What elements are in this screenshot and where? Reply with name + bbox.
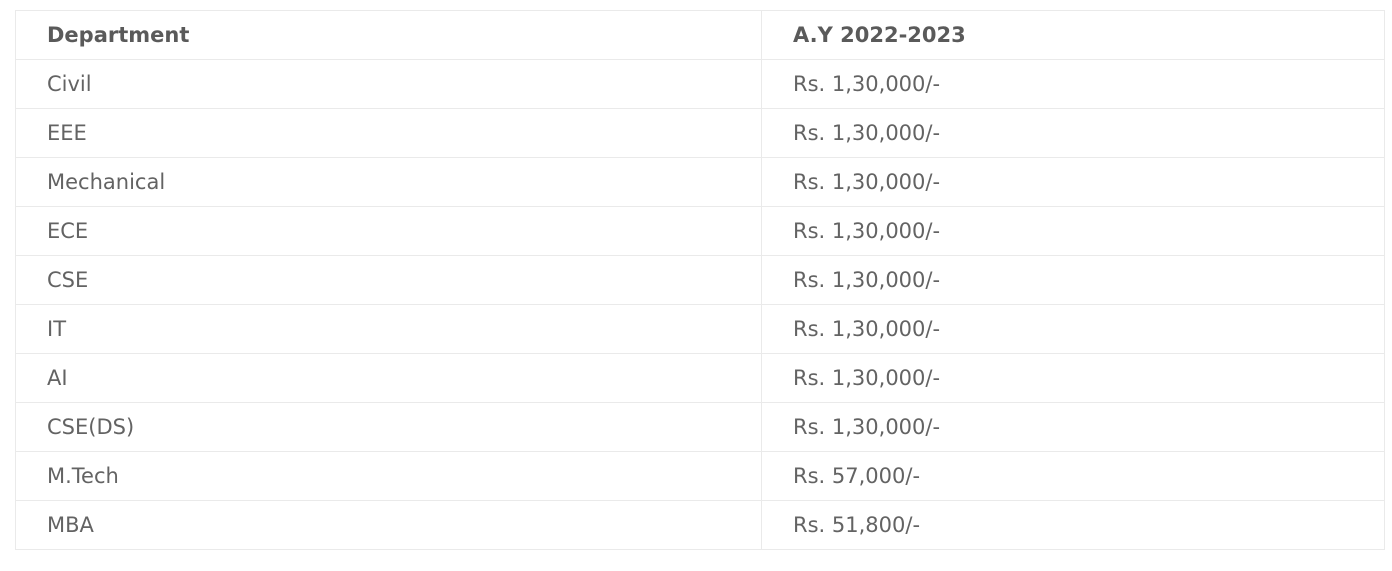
table-header-row: Department A.Y 2022-2023 <box>15 10 1385 60</box>
department-cell: IT <box>15 304 762 354</box>
table-row: MBA Rs. 51,800/- <box>15 500 1385 550</box>
fee-table-container: Department A.Y 2022-2023 Civil Rs. 1,30,… <box>15 10 1385 550</box>
fee-cell: Rs. 1,30,000/- <box>761 402 1385 452</box>
fee-cell: Rs. 1,30,000/- <box>761 304 1385 354</box>
table-row: CSE(DS) Rs. 1,30,000/- <box>15 402 1385 452</box>
fee-cell: Rs. 57,000/- <box>761 451 1385 501</box>
table-row: AI Rs. 1,30,000/- <box>15 353 1385 403</box>
department-cell: CSE(DS) <box>15 402 762 452</box>
table-row: ECE Rs. 1,30,000/- <box>15 206 1385 256</box>
department-cell: AI <box>15 353 762 403</box>
fee-cell: Rs. 51,800/- <box>761 500 1385 550</box>
department-cell: MBA <box>15 500 762 550</box>
table-row: Mechanical Rs. 1,30,000/- <box>15 157 1385 207</box>
table-row: EEE Rs. 1,30,000/- <box>15 108 1385 158</box>
fee-cell: Rs. 1,30,000/- <box>761 353 1385 403</box>
table-row: CSE Rs. 1,30,000/- <box>15 255 1385 305</box>
department-cell: ECE <box>15 206 762 256</box>
table-row: Civil Rs. 1,30,000/- <box>15 59 1385 109</box>
table-row: IT Rs. 1,30,000/- <box>15 304 1385 354</box>
department-cell: M.Tech <box>15 451 762 501</box>
department-cell: Mechanical <box>15 157 762 207</box>
department-cell: EEE <box>15 108 762 158</box>
header-department: Department <box>15 10 762 60</box>
header-academic-year: A.Y 2022-2023 <box>761 10 1385 60</box>
fee-structure-table: Department A.Y 2022-2023 Civil Rs. 1,30,… <box>15 10 1385 550</box>
department-cell: CSE <box>15 255 762 305</box>
table-row: M.Tech Rs. 57,000/- <box>15 451 1385 501</box>
department-cell: Civil <box>15 59 762 109</box>
fee-cell: Rs. 1,30,000/- <box>761 59 1385 109</box>
fee-cell: Rs. 1,30,000/- <box>761 157 1385 207</box>
fee-cell: Rs. 1,30,000/- <box>761 255 1385 305</box>
fee-cell: Rs. 1,30,000/- <box>761 108 1385 158</box>
fee-cell: Rs. 1,30,000/- <box>761 206 1385 256</box>
